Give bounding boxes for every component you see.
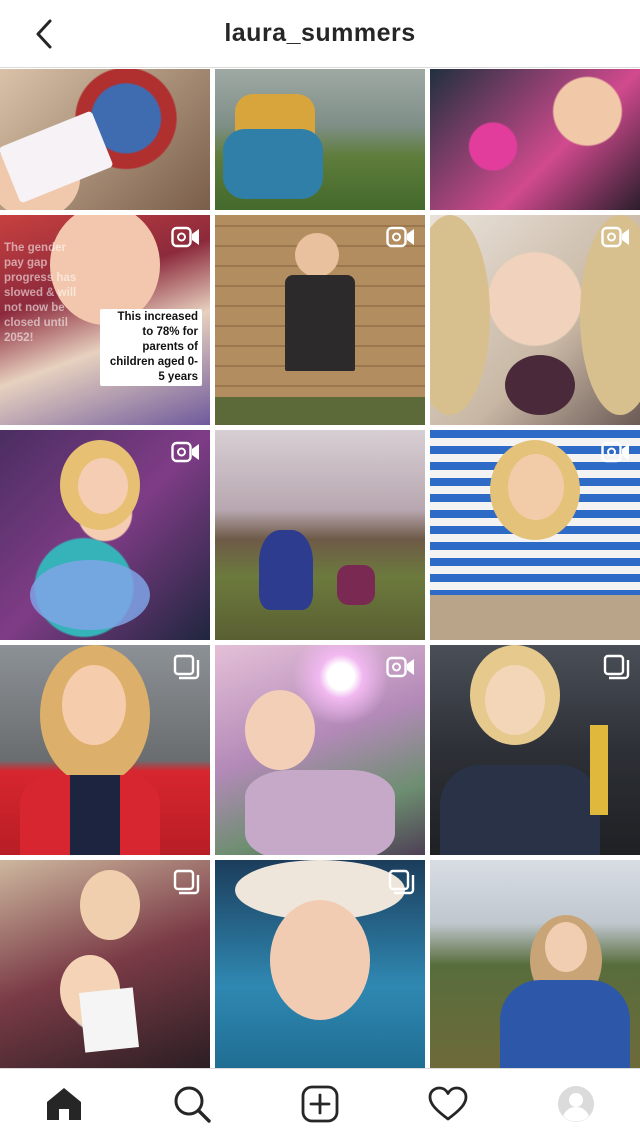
post-image-vest [70, 775, 120, 855]
post-tile-video[interactable] [215, 645, 425, 855]
post-image-hair [430, 215, 490, 415]
profile-avatar-icon [558, 1085, 594, 1122]
new-post-icon [301, 1085, 339, 1122]
search-icon [174, 1086, 211, 1123]
post-tile[interactable] [215, 69, 425, 210]
nav-profile-button[interactable] [544, 1072, 608, 1136]
post-image-face [270, 900, 370, 1020]
carousel-icon [603, 654, 630, 680]
post-tile-video[interactable]: The gender pay gap progress has slowed &… [0, 215, 210, 425]
chevron-left-icon [36, 19, 52, 49]
video-camera-icon [171, 226, 199, 248]
nav-search-button[interactable] [160, 1072, 224, 1136]
nav-new-post-button[interactable] [288, 1072, 352, 1136]
post-image-face [62, 665, 126, 745]
bottom-nav [0, 1068, 640, 1138]
carousel-icon [173, 869, 200, 895]
video-camera-icon [601, 441, 629, 463]
video-camera-icon [386, 226, 414, 248]
post-image-child [337, 565, 375, 605]
post-tile-carousel[interactable] [0, 860, 210, 1068]
post-image-face [245, 690, 315, 770]
post-tile-video[interactable] [215, 215, 425, 425]
video-camera-icon [171, 441, 199, 463]
video-camera-icon [601, 226, 629, 248]
nav-home-button[interactable] [32, 1072, 96, 1136]
post-image-dress [259, 530, 313, 610]
post-image-detail [223, 129, 323, 199]
post-image-coat [440, 765, 600, 855]
post-image-dress [285, 275, 355, 371]
post-tile[interactable] [430, 860, 640, 1068]
post-image-face [485, 665, 545, 735]
post-tile-video[interactable] [430, 430, 640, 640]
post-image-glow [30, 560, 150, 630]
post-tile-carousel[interactable] [430, 645, 640, 855]
post-image-face [78, 458, 128, 514]
carousel-icon [173, 654, 200, 680]
post-image-dress [500, 980, 630, 1068]
home-icon [47, 1087, 81, 1120]
top-bar: laura_summers [0, 0, 640, 68]
post-image-face [295, 233, 339, 277]
heart-icon [428, 1086, 468, 1120]
post-image-sequins [245, 770, 395, 855]
post-tile-video[interactable] [0, 430, 210, 640]
post-tile[interactable] [0, 69, 210, 210]
nav-activity-button[interactable] [416, 1072, 480, 1136]
post-tile-carousel[interactable] [215, 860, 425, 1068]
post-caption-right: This increased to 78% for parents of chi… [100, 309, 202, 386]
posts-grid: The gender pay gap progress has slowed &… [0, 69, 640, 1068]
page-title: laura_summers [224, 19, 416, 47]
post-image-seatbelt [590, 725, 608, 815]
post-image-heart [505, 355, 575, 415]
post-tile-carousel[interactable] [0, 645, 210, 855]
post-image-face [508, 454, 564, 520]
back-button[interactable] [24, 14, 64, 54]
post-image-ground [215, 397, 425, 425]
post-tile[interactable] [430, 69, 640, 210]
post-tile[interactable] [215, 430, 425, 640]
post-image-face [545, 922, 587, 972]
post-caption-left: The gender pay gap progress has slowed &… [4, 242, 77, 344]
post-image-tray [430, 595, 640, 640]
post-tile-video[interactable] [430, 215, 640, 425]
carousel-icon [388, 869, 415, 895]
post-image-quiz-card [79, 987, 139, 1053]
video-camera-icon [386, 656, 414, 678]
post-image-face [80, 870, 140, 940]
